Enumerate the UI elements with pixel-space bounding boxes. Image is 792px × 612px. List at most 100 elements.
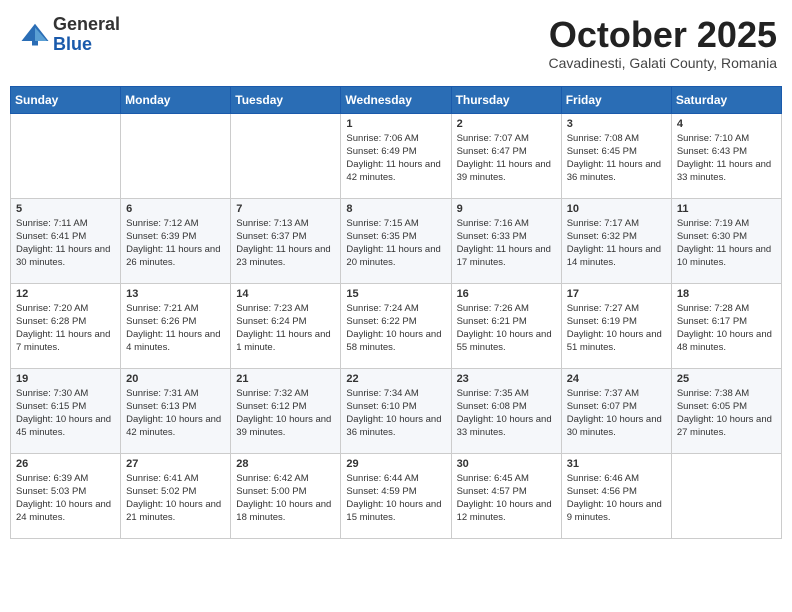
calendar-day-cell: 14 Sunrise: 7:23 AM Sunset: 6:24 PM Dayli…	[231, 283, 341, 368]
calendar-empty-cell	[671, 453, 781, 538]
calendar-day-header: Wednesday	[341, 86, 451, 113]
calendar-day-cell: 2 Sunrise: 7:07 AM Sunset: 6:47 PM Daylig…	[451, 113, 561, 198]
day-info: Sunrise: 7:12 AM Sunset: 6:39 PM Dayligh…	[126, 217, 226, 270]
calendar-day-cell: 4 Sunrise: 7:10 AM Sunset: 6:43 PM Daylig…	[671, 113, 781, 198]
day-number: 1	[346, 118, 446, 130]
calendar-day-cell: 27Sunrise: 6:41 AM Sunset: 5:02 PM Dayli…	[121, 453, 231, 538]
calendar-day-cell: 19 Sunrise: 7:30 AM Sunset: 6:15 PM Dayli…	[11, 368, 121, 453]
calendar-week-row: 1Sunrise: 7:06 AM Sunset: 6:49 PM Daylig…	[11, 113, 782, 198]
calendar-day-cell: 10Sunrise: 7:17 AM Sunset: 6:32 PM Dayli…	[561, 198, 671, 283]
calendar-day-cell: 8Sunrise: 7:15 AM Sunset: 6:35 PM Daylig…	[341, 198, 451, 283]
calendar-header-row: SundayMondayTuesdayWednesdayThursdayFrid…	[11, 86, 782, 113]
day-number: 29	[346, 458, 446, 470]
day-number: 20	[126, 373, 226, 385]
day-number: 24	[567, 373, 667, 385]
calendar-day-cell: 21 Sunrise: 7:32 AM Sunset: 6:12 PM Dayli…	[231, 368, 341, 453]
day-number: 13	[126, 288, 226, 300]
calendar-day-cell: 22Sunrise: 7:34 AM Sunset: 6:10 PM Dayli…	[341, 368, 451, 453]
day-number: 10	[567, 203, 667, 215]
day-number: 6	[126, 203, 226, 215]
calendar-day-cell: 3 Sunrise: 7:08 AM Sunset: 6:45 PM Daylig…	[561, 113, 671, 198]
day-info: Sunrise: 7:35 AM Sunset: 6:08 PM Dayligh…	[457, 387, 557, 440]
calendar-day-cell: 12 Sunrise: 7:20 AM Sunset: 6:28 PM Dayli…	[11, 283, 121, 368]
day-number: 18	[677, 288, 777, 300]
day-info: Sunrise: 7:37 AM Sunset: 6:07 PM Dayligh…	[567, 387, 667, 440]
calendar-day-header: Monday	[121, 86, 231, 113]
calendar-empty-cell	[11, 113, 121, 198]
day-number: 4	[677, 118, 777, 130]
day-number: 12	[16, 288, 116, 300]
day-number: 19	[16, 373, 116, 385]
calendar-week-row: 5 Sunrise: 7:11 AM Sunset: 6:41 PM Daylig…	[11, 198, 782, 283]
calendar-week-row: 19 Sunrise: 7:30 AM Sunset: 6:15 PM Dayli…	[11, 368, 782, 453]
day-info: Sunrise: 7:34 AM Sunset: 6:10 PM Dayligh…	[346, 387, 446, 440]
day-info: Sunrise: 7:19 AM Sunset: 6:30 PM Dayligh…	[677, 217, 777, 270]
calendar-day-cell: 29 Sunrise: 6:44 AM Sunset: 4:59 PM Dayli…	[341, 453, 451, 538]
calendar-empty-cell	[231, 113, 341, 198]
calendar-empty-cell	[121, 113, 231, 198]
calendar-day-cell: 16Sunrise: 7:26 AM Sunset: 6:21 PM Dayli…	[451, 283, 561, 368]
day-info: Sunrise: 7:30 AM Sunset: 6:15 PM Dayligh…	[16, 387, 116, 440]
day-info: Sunrise: 7:15 AM Sunset: 6:35 PM Dayligh…	[346, 217, 446, 270]
logo: General Blue	[20, 15, 120, 55]
day-info: Sunrise: 6:39 AM Sunset: 5:03 PM Dayligh…	[16, 472, 116, 525]
day-number: 17	[567, 288, 667, 300]
day-info: Sunrise: 6:44 AM Sunset: 4:59 PM Dayligh…	[346, 472, 446, 525]
calendar-day-cell: 5 Sunrise: 7:11 AM Sunset: 6:41 PM Daylig…	[11, 198, 121, 283]
day-number: 21	[236, 373, 336, 385]
calendar-day-cell: 1Sunrise: 7:06 AM Sunset: 6:49 PM Daylig…	[341, 113, 451, 198]
location-text: Cavadinesti, Galati County, Romania	[548, 55, 777, 71]
calendar-day-cell: 18 Sunrise: 7:28 AM Sunset: 6:17 PM Dayli…	[671, 283, 781, 368]
calendar-day-cell: 17 Sunrise: 7:27 AM Sunset: 6:19 PM Dayli…	[561, 283, 671, 368]
calendar-day-cell: 26 Sunrise: 6:39 AM Sunset: 5:03 PM Dayli…	[11, 453, 121, 538]
day-info: Sunrise: 7:08 AM Sunset: 6:45 PM Dayligh…	[567, 132, 667, 185]
day-number: 3	[567, 118, 667, 130]
calendar-day-cell: 25Sunrise: 7:38 AM Sunset: 6:05 PM Dayli…	[671, 368, 781, 453]
day-number: 7	[236, 203, 336, 215]
day-number: 26	[16, 458, 116, 470]
day-number: 27	[126, 458, 226, 470]
calendar-day-cell: 31Sunrise: 6:46 AM Sunset: 4:56 PM Dayli…	[561, 453, 671, 538]
calendar-day-cell: 23Sunrise: 7:35 AM Sunset: 6:08 PM Dayli…	[451, 368, 561, 453]
calendar-day-cell: 28Sunrise: 6:42 AM Sunset: 5:00 PM Dayli…	[231, 453, 341, 538]
day-info: Sunrise: 6:46 AM Sunset: 4:56 PM Dayligh…	[567, 472, 667, 525]
logo-text: General Blue	[53, 15, 120, 55]
calendar-day-header: Sunday	[11, 86, 121, 113]
calendar-day-cell: 6 Sunrise: 7:12 AM Sunset: 6:39 PM Daylig…	[121, 198, 231, 283]
day-number: 5	[16, 203, 116, 215]
day-info: Sunrise: 7:16 AM Sunset: 6:33 PM Dayligh…	[457, 217, 557, 270]
day-info: Sunrise: 7:21 AM Sunset: 6:26 PM Dayligh…	[126, 302, 226, 355]
calendar-day-cell: 15 Sunrise: 7:24 AM Sunset: 6:22 PM Dayli…	[341, 283, 451, 368]
day-info: Sunrise: 7:11 AM Sunset: 6:41 PM Dayligh…	[16, 217, 116, 270]
day-info: Sunrise: 7:32 AM Sunset: 6:12 PM Dayligh…	[236, 387, 336, 440]
title-block: October 2025 Cavadinesti, Galati County,…	[548, 15, 777, 71]
calendar-day-cell: 11 Sunrise: 7:19 AM Sunset: 6:30 PM Dayli…	[671, 198, 781, 283]
day-info: Sunrise: 7:07 AM Sunset: 6:47 PM Dayligh…	[457, 132, 557, 185]
day-info: Sunrise: 7:38 AM Sunset: 6:05 PM Dayligh…	[677, 387, 777, 440]
calendar-day-header: Saturday	[671, 86, 781, 113]
day-number: 30	[457, 458, 557, 470]
day-number: 14	[236, 288, 336, 300]
day-info: Sunrise: 7:10 AM Sunset: 6:43 PM Dayligh…	[677, 132, 777, 185]
calendar-table: SundayMondayTuesdayWednesdayThursdayFrid…	[10, 86, 782, 539]
day-info: Sunrise: 7:28 AM Sunset: 6:17 PM Dayligh…	[677, 302, 777, 355]
logo-blue-text: Blue	[53, 35, 120, 55]
day-number: 2	[457, 118, 557, 130]
day-info: Sunrise: 7:27 AM Sunset: 6:19 PM Dayligh…	[567, 302, 667, 355]
day-info: Sunrise: 6:42 AM Sunset: 5:00 PM Dayligh…	[236, 472, 336, 525]
day-info: Sunrise: 7:24 AM Sunset: 6:22 PM Dayligh…	[346, 302, 446, 355]
day-number: 9	[457, 203, 557, 215]
day-number: 11	[677, 203, 777, 215]
calendar-day-cell: 9 Sunrise: 7:16 AM Sunset: 6:33 PM Daylig…	[451, 198, 561, 283]
day-number: 15	[346, 288, 446, 300]
day-info: Sunrise: 7:20 AM Sunset: 6:28 PM Dayligh…	[16, 302, 116, 355]
day-info: Sunrise: 7:23 AM Sunset: 6:24 PM Dayligh…	[236, 302, 336, 355]
month-title: October 2025	[548, 15, 777, 55]
calendar-day-cell: 20Sunrise: 7:31 AM Sunset: 6:13 PM Dayli…	[121, 368, 231, 453]
calendar-week-row: 26 Sunrise: 6:39 AM Sunset: 5:03 PM Dayli…	[11, 453, 782, 538]
calendar-day-header: Friday	[561, 86, 671, 113]
day-info: Sunrise: 7:13 AM Sunset: 6:37 PM Dayligh…	[236, 217, 336, 270]
calendar-day-cell: 30Sunrise: 6:45 AM Sunset: 4:57 PM Dayli…	[451, 453, 561, 538]
calendar-day-header: Thursday	[451, 86, 561, 113]
logo-icon	[20, 20, 50, 50]
